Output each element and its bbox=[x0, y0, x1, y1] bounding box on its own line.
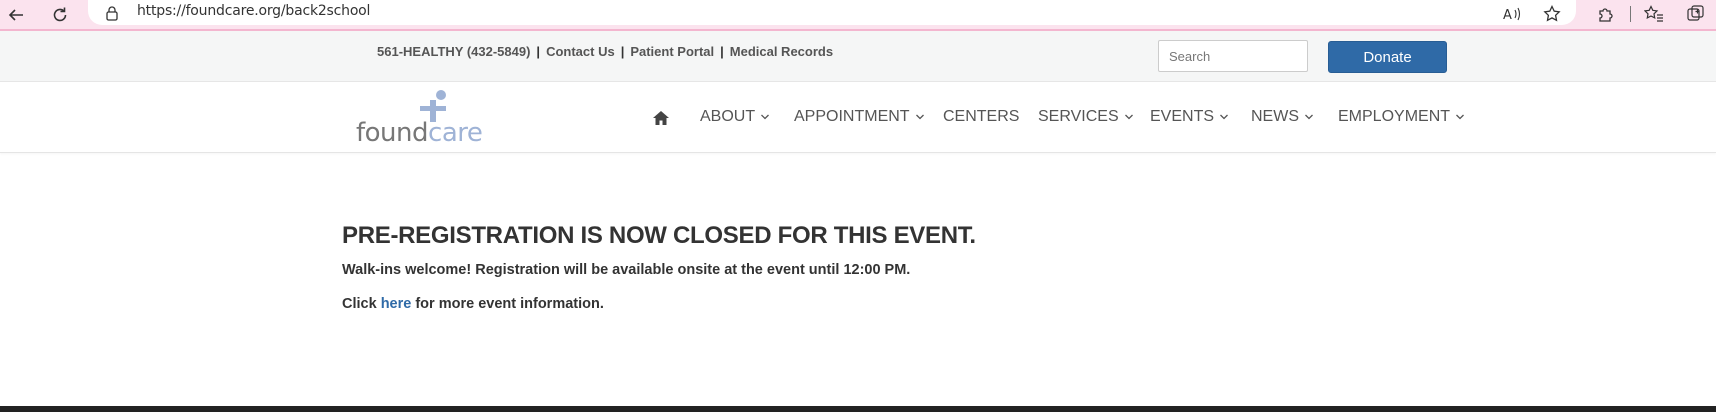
separator: | bbox=[536, 44, 541, 59]
chevron-down-icon bbox=[1305, 114, 1313, 120]
nav-label: APPOINTMENT bbox=[794, 108, 910, 125]
extensions-icon[interactable] bbox=[1594, 2, 1618, 26]
chevron-down-icon bbox=[1220, 114, 1228, 120]
here-link[interactable]: here bbox=[381, 296, 412, 312]
phone-link[interactable]: 561-HEALTHY (432-5849) bbox=[377, 44, 530, 59]
nav-label: EMPLOYMENT bbox=[1338, 108, 1451, 125]
nav-services[interactable]: SERVICES bbox=[1038, 108, 1134, 126]
collections-icon[interactable] bbox=[1684, 2, 1708, 26]
url-text[interactable]: https://foundcare.org/back2school bbox=[137, 3, 370, 19]
chevron-down-icon bbox=[1124, 114, 1133, 120]
back-arrow-icon[interactable] bbox=[4, 3, 28, 27]
browser-toolbar: https://foundcare.org/back2school A bbox=[0, 0, 1716, 31]
nav-label: EVENTS bbox=[1150, 108, 1215, 125]
nav-centers[interactable]: CENTERS bbox=[943, 108, 1019, 126]
utility-bar bbox=[0, 31, 1716, 82]
nav-about[interactable]: ABOUT bbox=[700, 108, 770, 126]
page-title: PRE-REGISTRATION IS NOW CLOSED FOR THIS … bbox=[342, 222, 976, 249]
medical-records-link[interactable]: Medical Records bbox=[730, 44, 833, 59]
patient-portal-link[interactable]: Patient Portal bbox=[630, 44, 714, 59]
foundcare-logo[interactable]: foundcare bbox=[356, 88, 486, 148]
nav-employment[interactable]: EMPLOYMENT bbox=[1338, 108, 1465, 126]
nav-news[interactable]: NEWS bbox=[1251, 108, 1314, 126]
nav-label: CENTERS bbox=[943, 108, 1020, 125]
more-info-prefix: Click bbox=[342, 296, 381, 312]
favorite-star-icon[interactable] bbox=[1540, 2, 1564, 26]
separator: | bbox=[620, 44, 625, 59]
more-info-message: Click here for more event information. bbox=[342, 296, 604, 312]
toolbar-divider bbox=[1630, 6, 1631, 22]
donate-button[interactable]: Donate bbox=[1328, 41, 1447, 73]
chevron-down-icon bbox=[1456, 114, 1464, 120]
nav-events[interactable]: EVENTS bbox=[1150, 108, 1229, 126]
more-info-suffix: for more event information. bbox=[411, 296, 604, 312]
favorites-icon[interactable] bbox=[1642, 2, 1666, 26]
home-icon[interactable] bbox=[652, 110, 670, 126]
nav-label: ABOUT bbox=[700, 108, 756, 125]
read-aloud-icon[interactable]: A bbox=[1500, 2, 1524, 26]
reload-icon[interactable] bbox=[48, 3, 72, 27]
nav-appointment[interactable]: APPOINTMENT bbox=[794, 108, 925, 126]
footer-edge bbox=[0, 406, 1716, 412]
separator: | bbox=[720, 44, 724, 59]
chevron-down-icon bbox=[761, 114, 770, 120]
search-input[interactable] bbox=[1158, 40, 1308, 72]
nav-label: NEWS bbox=[1251, 108, 1299, 125]
chevron-down-icon bbox=[915, 114, 924, 120]
walk-ins-message: Walk-ins welcome! Registration will be a… bbox=[342, 262, 911, 278]
logo-text: foundcare bbox=[356, 118, 483, 148]
contact-us-link[interactable]: Contact Us bbox=[546, 44, 615, 59]
lock-icon[interactable] bbox=[104, 5, 120, 21]
svg-text:A: A bbox=[1503, 8, 1512, 23]
nav-label: SERVICES bbox=[1038, 108, 1119, 125]
utility-links: 561-HEALTHY (432-5849) | Contact Us | Patien… bbox=[377, 44, 833, 59]
